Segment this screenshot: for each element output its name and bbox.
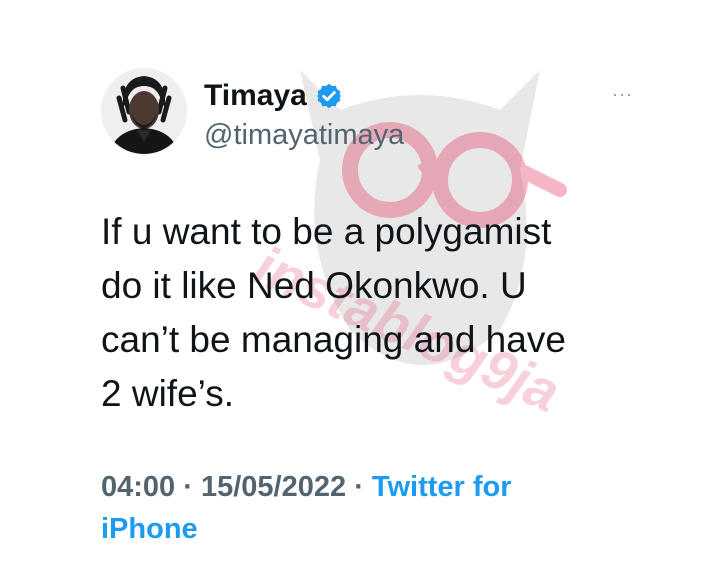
tweet-source-line1: Twitter for: [371, 471, 512, 503]
verified-badge-icon: [315, 82, 343, 110]
tweet-date[interactable]: 15/05/2022: [201, 471, 346, 503]
profile-photo-icon: [101, 68, 187, 154]
tweet-meta: 04:00 · 15/05/2022 · Twitter for iPhone: [101, 466, 621, 550]
meta-separator: ·: [354, 471, 364, 503]
tweet-text-line: 2 wife’s.: [101, 373, 234, 414]
meta-separator: ·: [183, 471, 193, 503]
tweet-text-line: do it like Ned Okonkwo. U: [101, 265, 527, 306]
more-options-icon[interactable]: ···: [612, 84, 633, 104]
tweet-source-line2: iPhone: [101, 513, 198, 545]
tweet-text-line: can’t be managing and have: [101, 319, 566, 360]
display-name[interactable]: Timaya: [204, 78, 307, 114]
author-name-row: Timaya: [204, 78, 343, 114]
tweet-text-line: If u want to be a polygamist: [101, 211, 552, 252]
tweet-time[interactable]: 04:00: [101, 471, 175, 503]
avatar[interactable]: [101, 68, 187, 154]
tweet-text: If u want to be a polygamist do it like …: [101, 205, 661, 421]
user-handle[interactable]: @timayatimaya: [204, 118, 404, 152]
